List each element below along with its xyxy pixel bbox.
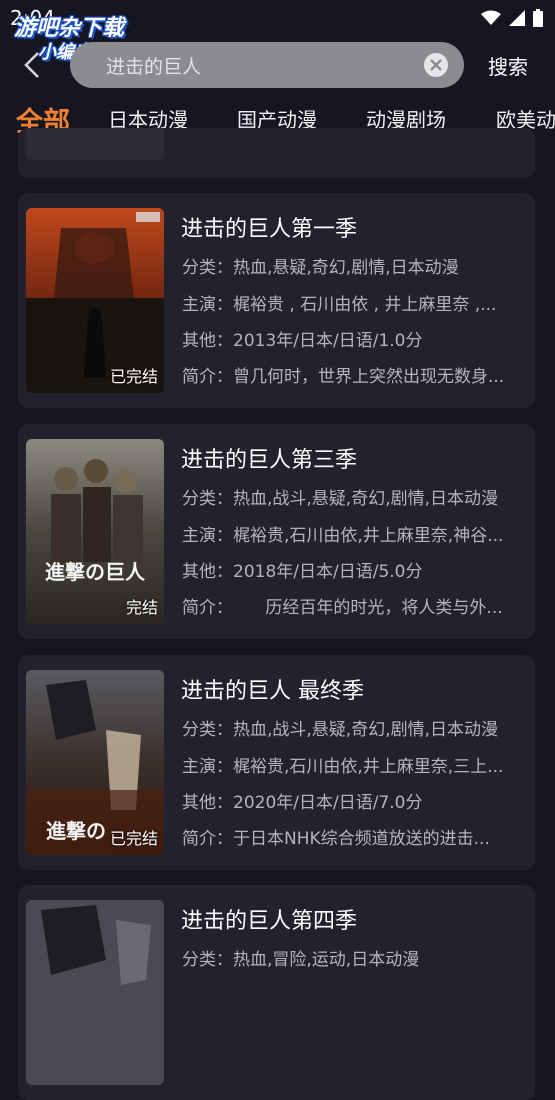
svg-text:進撃の巨人: 進撃の巨人	[45, 560, 146, 584]
poster-status-label: 已完结	[109, 829, 158, 848]
result-other: 其他：2020年/日本/日语/7.0分	[182, 788, 527, 813]
category-value: 热血,悬疑,奇幻,剧情,日本动漫	[233, 258, 459, 278]
cast-label: 主演：	[182, 757, 233, 777]
result-intro: 简介：于日本NHK综合频道放送的进击...	[182, 824, 527, 849]
wifi-icon	[481, 10, 501, 25]
result-card[interactable]: 進撃の 已完结 进击的巨人 最终季 分类：热血,战斗,悬疑,奇幻,剧情,日本动漫…	[18, 655, 535, 870]
cast-value: 梶裕贵 , 石川由依 , 井上麻里奈 ,...	[233, 295, 497, 315]
result-cast: 主演：梶裕贵,石川由依,井上麻里奈,三上...	[182, 752, 527, 777]
chevron-left-icon	[24, 52, 39, 78]
result-cast: 主演：梶裕贵,石川由依,井上麻里奈,神谷...	[182, 521, 527, 546]
other-label: 其他：	[182, 562, 233, 582]
result-title: 进击的巨人 最终季	[181, 679, 364, 704]
other-value: 2018年/日本/日语/5.0分	[233, 562, 423, 582]
result-other: 其他：2018年/日本/日语/5.0分	[182, 557, 527, 582]
other-value: 2013年/日本/日语/1.0分	[233, 331, 423, 351]
poster-image: 已完结	[26, 208, 164, 393]
result-cast: 主演：梶裕贵 , 石川由依 , 井上麻里奈 ,...	[182, 290, 527, 315]
intro-label: 简介：	[182, 829, 233, 849]
result-title: 进击的巨人第四季	[181, 909, 358, 934]
intro-value: 历经百年的时光，将人类与外...	[233, 598, 503, 618]
svg-text:進撃の: 進撃の	[46, 819, 106, 843]
search-button[interactable]: 搜索	[488, 51, 528, 80]
cast-value: 梶裕贵,石川由依,井上麻里奈,神谷...	[233, 526, 504, 546]
result-title: 进击的巨人第一季	[181, 217, 358, 242]
search-bar	[70, 42, 464, 88]
other-label: 其他：	[182, 331, 233, 351]
category-label: 分类：	[182, 950, 233, 970]
intro-label: 简介：	[182, 367, 233, 387]
poster-image	[26, 128, 164, 160]
poster-status-label: 完结	[125, 598, 158, 617]
battery-icon	[533, 9, 543, 27]
result-category: 分类：热血,悬疑,奇幻,剧情,日本动漫	[182, 253, 527, 278]
category-label: 分类：	[182, 720, 233, 740]
result-other: 其他：2013年/日本/日语/1.0分	[182, 326, 527, 351]
intro-value: 于日本NHK综合频道放送的进击...	[233, 829, 490, 849]
intro-value: 曾几何时，世界上突然出现无数身...	[233, 367, 505, 387]
poster-image	[26, 900, 164, 1085]
result-intro: 简介： 历经百年的时光，将人类与外...	[182, 593, 527, 618]
result-card[interactable]: 进击的巨人第四季 分类：热血,冒险,运动,日本动漫	[18, 885, 535, 1100]
signal-icon	[509, 10, 525, 26]
result-card[interactable]: 已完结 进击的巨人第一季 分类：热血,悬疑,奇幻,剧情,日本动漫 主演：梶裕贵 …	[18, 193, 535, 408]
other-value: 2020年/日本/日语/7.0分	[233, 793, 423, 813]
result-card-partial[interactable]	[18, 128, 535, 178]
result-category: 分类：热血,冒险,运动,日本动漫	[182, 945, 527, 970]
category-label: 分类：	[182, 489, 233, 509]
cast-label: 主演：	[182, 295, 233, 315]
search-input[interactable]	[106, 42, 416, 88]
poster-image: 進撃の巨人 完结	[26, 439, 164, 624]
cast-value: 梶裕贵,石川由依,井上麻里奈,三上...	[233, 757, 504, 777]
result-intro: 简介：曾几何时，世界上突然出现无数身...	[182, 362, 527, 387]
close-icon	[430, 59, 442, 71]
cast-label: 主演：	[182, 526, 233, 546]
other-label: 其他：	[182, 793, 233, 813]
category-value: 热血,战斗,悬疑,奇幻,剧情,日本动漫	[233, 720, 499, 740]
status-icons	[481, 9, 543, 27]
back-button[interactable]	[20, 50, 46, 80]
category-value: 热血,冒险,运动,日本动漫	[233, 950, 420, 970]
poster-image: 進撃の 已完结	[26, 670, 164, 855]
category-value: 热血,战斗,悬疑,奇幻,剧情,日本动漫	[233, 489, 499, 509]
result-category: 分类：热血,战斗,悬疑,奇幻,剧情,日本动漫	[182, 715, 527, 740]
category-label: 分类：	[182, 258, 233, 278]
clear-search-button[interactable]	[424, 53, 448, 77]
result-card[interactable]: 進撃の巨人 完结 进击的巨人第三季 分类：热血,战斗,悬疑,奇幻,剧情,日本动漫…	[18, 424, 535, 639]
result-category: 分类：热血,战斗,悬疑,奇幻,剧情,日本动漫	[182, 484, 527, 509]
intro-label: 简介：	[182, 598, 233, 618]
result-title: 进击的巨人第三季	[181, 448, 358, 473]
poster-status-label: 已完结	[109, 367, 158, 386]
